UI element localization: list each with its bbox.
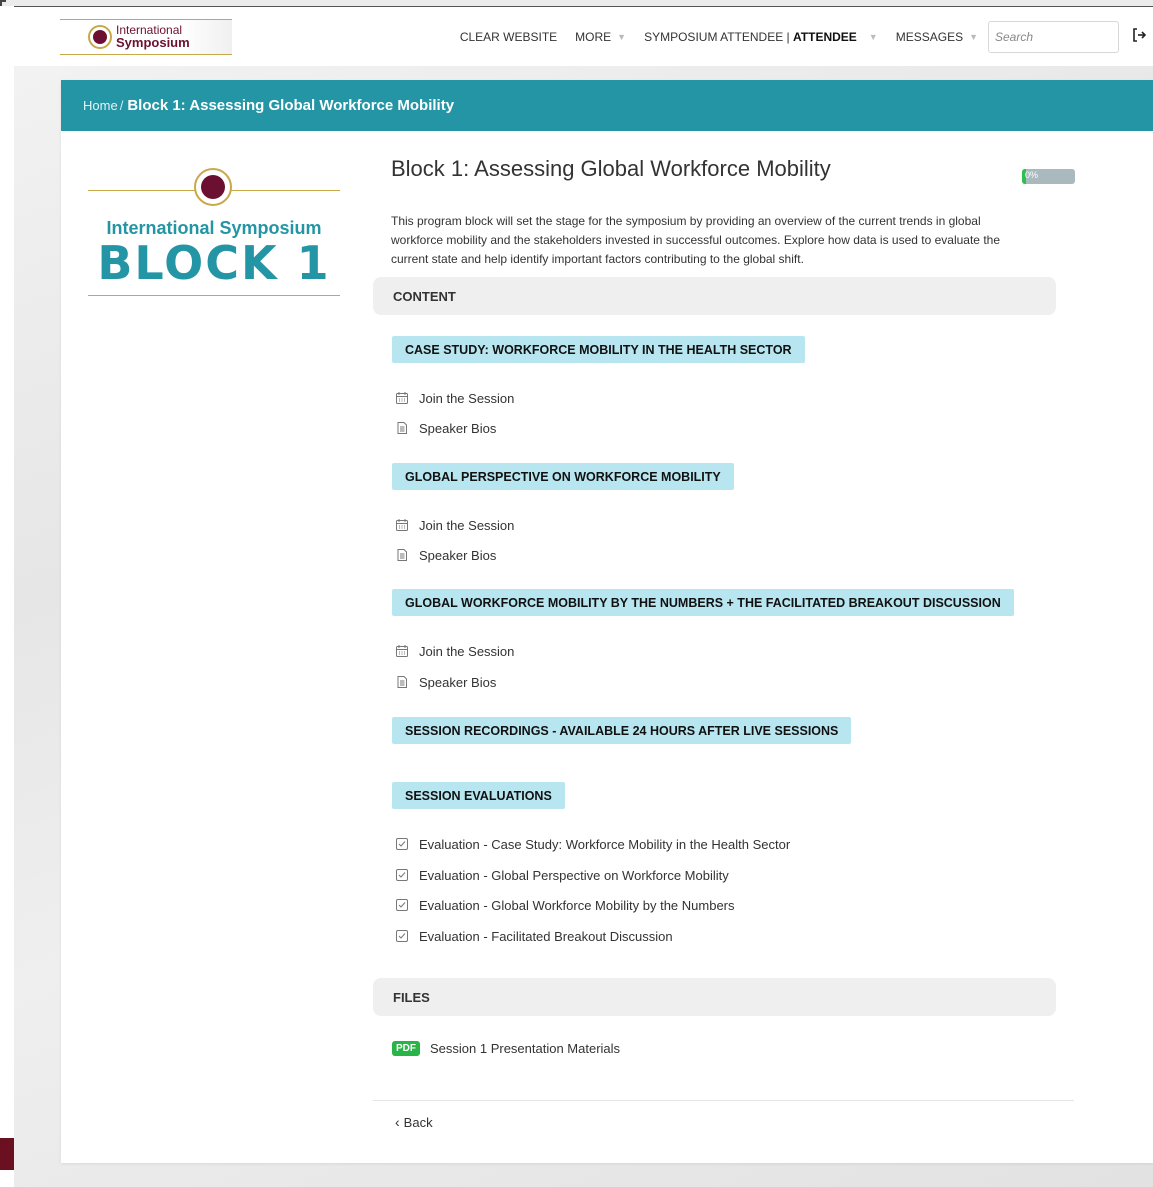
pdf-icon: PDF: [392, 1040, 420, 1056]
breadcrumb-home-link[interactable]: Home: [83, 98, 118, 113]
speaker-bios-link-1[interactable]: Speaker Bios: [395, 418, 496, 438]
join-session-label: Join the Session: [419, 517, 515, 533]
chevron-down-icon: ▼: [969, 32, 978, 42]
breadcrumb-separator: /: [119, 98, 124, 113]
file-label: Session 1 Presentation Materials: [430, 1040, 621, 1056]
nav-messages-dropdown[interactable]: MESSAGES ▼: [896, 30, 978, 44]
document-icon: [395, 675, 409, 689]
join-session-link-3[interactable]: Join the Session: [395, 641, 514, 661]
block-description: This program block will set the stage fo…: [391, 214, 1000, 266]
calendar-icon: [395, 518, 409, 532]
chevron-down-icon: ▼: [868, 32, 878, 42]
speaker-bios-label: Speaker Bios: [419, 547, 497, 563]
nav-clear-website-label: CLEAR WEBSITE: [459, 30, 558, 44]
evaluation-label: Evaluation - Global Workforce Mobility b…: [419, 897, 735, 913]
nav-attendee-role: ATTENDEE: [793, 30, 857, 44]
content-heading: CONTENT: [393, 288, 456, 304]
banner-seal-icon: [194, 168, 232, 206]
breadcrumb-current: Block 1: Assessing Global Workforce Mobi…: [127, 97, 455, 114]
content-section-header: CONTENT: [373, 277, 1056, 315]
page-left-strip: [0, 6, 14, 1187]
checkbox-checked-icon: [395, 837, 409, 851]
evaluation-label: Evaluation - Case Study: Workforce Mobil…: [419, 836, 791, 852]
document-icon: [395, 548, 409, 562]
files-heading: FILES: [393, 989, 430, 1005]
files-section-header: FILES: [373, 978, 1056, 1016]
evaluations-tag: SESSION EVALUATIONS: [392, 782, 565, 809]
banner-divider-bottom: [88, 295, 340, 296]
document-icon: [395, 421, 409, 435]
speaker-bios-label: Speaker Bios: [419, 420, 497, 436]
session-title: GLOBAL WORKFORCE MOBILITY BY THE NUMBERS…: [405, 595, 1001, 610]
speaker-bios-link-3[interactable]: Speaker Bios: [395, 672, 496, 692]
join-session-link-2[interactable]: Join the Session: [395, 515, 514, 535]
nav-clear-website[interactable]: CLEAR WEBSITE: [460, 30, 557, 44]
logo-text-line2: Symposium: [116, 35, 190, 50]
logo-seal-icon: [88, 25, 112, 49]
speaker-bios-link-2[interactable]: Speaker Bios: [395, 545, 496, 565]
evaluation-link-3[interactable]: Evaluation - Global Workforce Mobility b…: [395, 895, 735, 915]
speaker-bios-label: Speaker Bios: [419, 674, 497, 690]
top-navbar: International Symposium CLEAR WEBSITE MO…: [14, 6, 1153, 66]
footer-divider: [373, 1100, 1074, 1101]
session-title: GLOBAL PERSPECTIVE ON WORKFORCE MOBILITY: [405, 469, 721, 484]
session-tag-3: GLOBAL WORKFORCE MOBILITY BY THE NUMBERS…: [392, 589, 1014, 616]
evaluation-label: Evaluation - Global Perspective on Workf…: [419, 867, 729, 883]
page-title: Block 1: Assessing Global Workforce Mobi…: [391, 156, 831, 181]
join-session-label: Join the Session: [419, 390, 515, 406]
nav-messages-label: MESSAGES: [895, 30, 964, 44]
checkbox-checked-icon: [395, 929, 409, 943]
nav-attendee-dropdown[interactable]: SYMPOSIUM ATTENDEE | ATTENDEE ▼: [644, 30, 878, 44]
evaluation-label: Evaluation - Facilitated Breakout Discus…: [419, 928, 673, 944]
checkbox-checked-icon: [395, 898, 409, 912]
join-session-link-1[interactable]: Join the Session: [395, 388, 514, 408]
progress-label: 0%: [1025, 170, 1039, 180]
block-banner-image: International Symposium BLOCK 1: [88, 168, 340, 296]
banner-block-label: BLOCK 1: [97, 236, 331, 290]
session-tag-2: GLOBAL PERSPECTIVE ON WORKFORCE MOBILITY: [392, 463, 734, 490]
join-session-label: Join the Session: [419, 643, 515, 659]
recordings-tag: SESSION RECORDINGS - AVAILABLE 24 HOURS …: [392, 717, 852, 744]
nav-links: CLEAR WEBSITE MORE ▼ SYMPOSIUM ATTENDEE |…: [460, 7, 1153, 67]
site-logo[interactable]: International Symposium: [60, 19, 232, 55]
back-button[interactable]: ‹ Back: [395, 1114, 433, 1130]
progress-bar: 0%: [1022, 169, 1075, 184]
evaluation-link-2[interactable]: Evaluation - Global Perspective on Workf…: [395, 865, 729, 885]
file-link-1[interactable]: PDF Session 1 Presentation Materials: [392, 1038, 620, 1058]
logout-icon[interactable]: [1131, 27, 1147, 47]
evaluations-title: SESSION EVALUATIONS: [405, 788, 552, 803]
nav-attendee-prefix: SYMPOSIUM ATTENDEE |: [644, 30, 794, 44]
nav-more-label: MORE: [575, 30, 612, 44]
block-card: Home / Block 1: Assessing Global Workfor…: [61, 80, 1153, 1163]
side-tab[interactable]: [0, 1138, 14, 1170]
calendar-icon: [395, 644, 409, 658]
nav-more-dropdown[interactable]: MORE ▼: [575, 30, 626, 44]
session-title: CASE STUDY: WORKFORCE MOBILITY IN THE HE…: [405, 342, 792, 357]
checkbox-checked-icon: [395, 868, 409, 882]
recordings-title: SESSION RECORDINGS - AVAILABLE 24 HOURS …: [405, 723, 839, 738]
evaluation-link-1[interactable]: Evaluation - Case Study: Workforce Mobil…: [395, 834, 790, 854]
calendar-icon: [395, 391, 409, 405]
chevron-down-icon: ▼: [617, 32, 627, 42]
breadcrumb: Home / Block 1: Assessing Global Workfor…: [61, 80, 1153, 131]
chevron-left-icon: ‹: [395, 1114, 400, 1130]
evaluation-link-4[interactable]: Evaluation - Facilitated Breakout Discus…: [395, 926, 673, 946]
search-input[interactable]: [988, 21, 1119, 53]
window-corner-mark: [0, 0, 6, 6]
back-label: Back: [403, 1114, 433, 1130]
session-tag-1: CASE STUDY: WORKFORCE MOBILITY IN THE HE…: [392, 336, 805, 363]
